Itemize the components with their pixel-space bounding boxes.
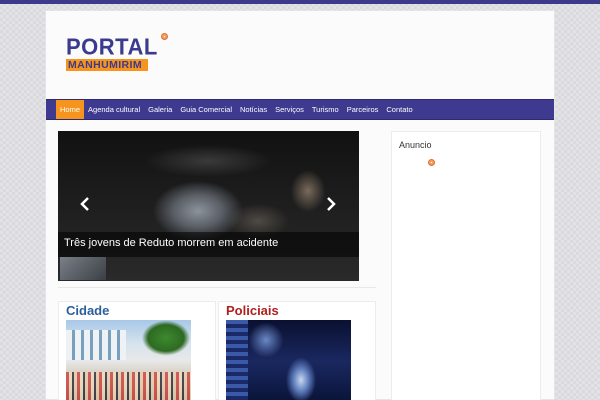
ad-placeholder-icon[interactable]: [428, 159, 435, 166]
nav-item-servicos[interactable]: Serviços: [271, 100, 308, 119]
section-title-policiais[interactable]: Policiais: [226, 303, 279, 318]
section-cidade: Cidade: [58, 301, 216, 400]
nav-item-home[interactable]: Home: [56, 100, 85, 119]
top-accent-bar: [0, 0, 600, 4]
nav-item-agenda-cultural[interactable]: Agenda cultural: [84, 100, 144, 119]
chevron-left-icon[interactable]: [78, 193, 92, 215]
ad-placeholder-icon[interactable]: [161, 33, 168, 40]
featured-slider[interactable]: Três jovens de Reduto morrem em acidente: [58, 131, 359, 281]
nav-item-turismo[interactable]: Turismo: [308, 100, 343, 119]
main-nav: Home Agenda cultural Galeria Guia Comerc…: [46, 99, 554, 120]
slide-thumbnail[interactable]: [60, 257, 106, 280]
slide-caption-text[interactable]: Três jovens de Reduto morrem em acidente: [64, 237, 278, 249]
nav-item-galeria[interactable]: Galeria: [144, 100, 176, 119]
sidebar-ad-widget: Anuncio: [391, 131, 541, 400]
nav-item-noticias[interactable]: Notícias: [236, 100, 271, 119]
page-container: PORTAL MANHUMIRIM Home Agenda cultural G…: [45, 10, 555, 400]
logo-text-portal: PORTAL: [66, 33, 158, 60]
policiais-photo[interactable]: [226, 320, 351, 400]
nav-item-parceiros[interactable]: Parceiros: [343, 100, 383, 119]
cidade-photo[interactable]: [66, 320, 191, 400]
site-logo[interactable]: PORTAL MANHUMIRIM: [66, 33, 158, 76]
nav-item-guia-comercial[interactable]: Guia Comercial: [176, 100, 236, 119]
section-title-cidade[interactable]: Cidade: [66, 303, 109, 318]
slide-caption[interactable]: Três jovens de Reduto morrem em acidente: [58, 232, 359, 257]
nav-item-contato[interactable]: Contato: [382, 100, 416, 119]
divider: [58, 287, 376, 288]
section-policiais: Policiais: [218, 301, 376, 400]
logo-text-manhumirim: MANHUMIRIM: [66, 59, 148, 71]
sidebar-title: Anuncio: [399, 140, 432, 150]
chevron-right-icon[interactable]: [324, 193, 338, 215]
site-header: PORTAL MANHUMIRIM: [46, 11, 554, 99]
